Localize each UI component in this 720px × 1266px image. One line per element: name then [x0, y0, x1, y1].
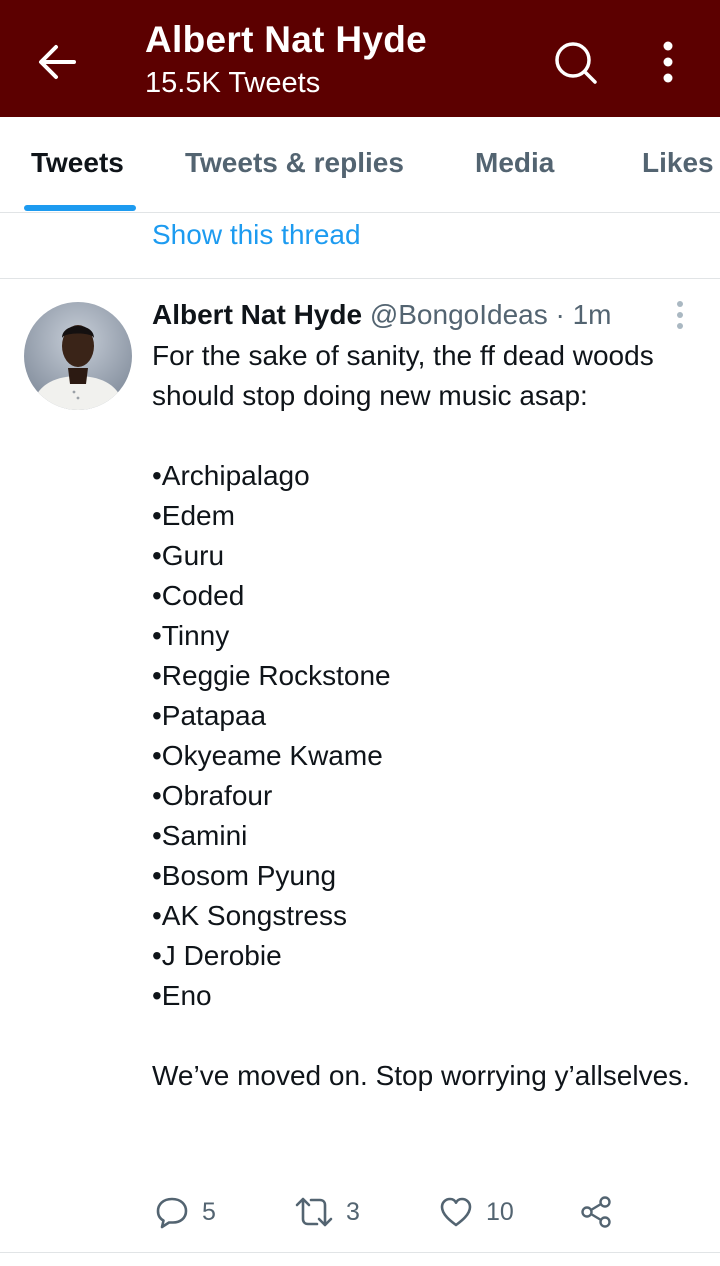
tweet-more-button[interactable] — [666, 300, 694, 330]
tweet-timestamp[interactable]: 1m — [573, 299, 612, 330]
show-thread-link[interactable]: Show this thread — [152, 219, 361, 251]
header-title-block: Albert Nat Hyde 15.5K Tweets — [145, 18, 427, 102]
divider — [0, 278, 720, 279]
profile-header-bar: Albert Nat Hyde 15.5K Tweets — [0, 0, 720, 117]
list-item: •Samini — [152, 820, 248, 851]
more-options-button[interactable] — [650, 38, 686, 86]
retweet-count: 3 — [346, 1197, 360, 1226]
list-item: •Tinny — [152, 620, 230, 651]
tweet-author-handle[interactable]: @BongoIdeas — [370, 299, 548, 330]
retweet-button[interactable]: 3 — [294, 1190, 360, 1234]
tweet-outro: We’ve moved on. Stop worrying y’allselve… — [152, 1060, 690, 1091]
tab-media[interactable]: Media — [475, 147, 554, 179]
more-vertical-icon — [677, 301, 683, 329]
tab-tweets[interactable]: Tweets — [31, 147, 124, 179]
list-item: •AK Songstress — [152, 900, 348, 931]
tweet-author-name[interactable]: Albert Nat Hyde — [152, 299, 362, 330]
back-arrow-icon — [39, 45, 76, 79]
tweet-header: Albert Nat Hyde @BongoIdeas · 1m — [152, 296, 612, 334]
tweet-actions: 5 3 10 — [152, 1190, 712, 1234]
reply-count: 5 — [202, 1197, 216, 1226]
list-item: •Eno — [152, 980, 212, 1011]
retweet-icon — [295, 1197, 333, 1227]
list-item: •Reggie Rockstone — [152, 660, 391, 691]
list-item: •Bosom Pyung — [152, 860, 337, 891]
search-icon — [555, 42, 597, 84]
tweet-count: 15.5K Tweets — [145, 67, 321, 99]
header-separator: · — [555, 299, 565, 330]
more-vertical-icon — [663, 41, 673, 83]
profile-tabs: Tweets Tweets & replies Media Likes — [0, 117, 720, 213]
list-item: •Obrafour — [152, 780, 273, 811]
list-item: •Guru — [152, 540, 225, 571]
active-tab-indicator — [24, 205, 136, 211]
tab-likes[interactable]: Likes — [642, 147, 714, 179]
list-item: •J Derobie — [152, 940, 282, 971]
reply-button[interactable]: 5 — [154, 1190, 216, 1234]
list-item: •Patapaa — [152, 700, 267, 731]
profile-name-title: Albert Nat Hyde — [145, 19, 428, 60]
share-icon — [581, 1196, 611, 1228]
avatar-image — [24, 302, 132, 410]
list-item: •Archipalago — [152, 460, 310, 491]
list-item: •Okyeame Kwame — [152, 740, 383, 771]
heart-icon — [440, 1197, 472, 1227]
tweet-intro: For the sake of sanity, the ff dead wood… — [152, 340, 654, 411]
like-button[interactable]: 10 — [438, 1190, 514, 1234]
like-count: 10 — [486, 1197, 514, 1226]
artist-list: •Archipalago •Edem •Guru •Coded •Tinny •… — [152, 456, 692, 1016]
avatar[interactable] — [24, 302, 132, 410]
list-item: •Coded — [152, 580, 245, 611]
share-button[interactable] — [578, 1190, 614, 1234]
list-item: •Edem — [152, 500, 235, 531]
reply-icon — [156, 1197, 188, 1229]
tweet-text: For the sake of sanity, the ff dead wood… — [152, 336, 692, 1096]
search-button[interactable] — [551, 38, 599, 86]
divider — [0, 1252, 720, 1253]
tab-tweets-and-replies[interactable]: Tweets & replies — [185, 147, 404, 179]
back-button[interactable] — [30, 36, 82, 88]
